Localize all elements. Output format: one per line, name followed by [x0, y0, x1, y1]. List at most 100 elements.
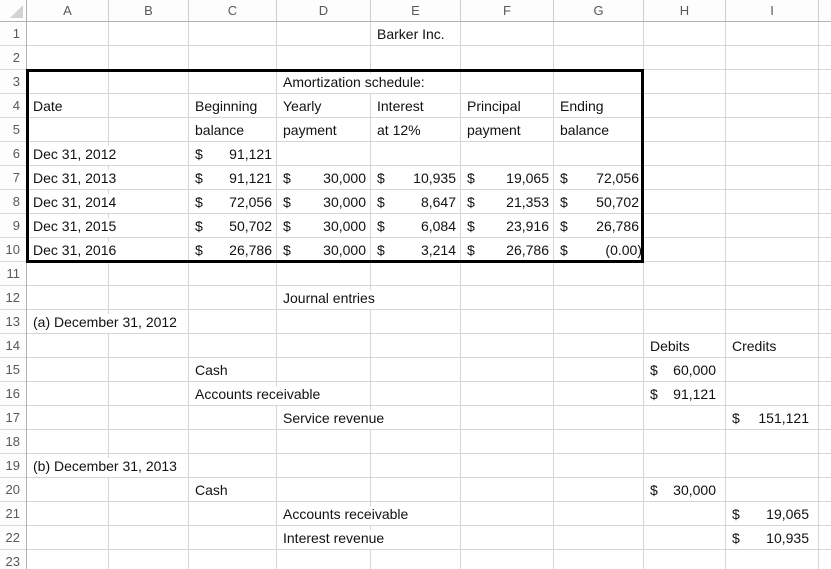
cell-overflow-4[interactable]	[819, 94, 831, 118]
cell-D13[interactable]	[277, 310, 371, 334]
cell-G13[interactable]	[554, 310, 644, 334]
cell-overflow-3[interactable]	[819, 70, 831, 94]
cell-E19[interactable]	[371, 454, 461, 478]
cell-H12[interactable]	[644, 286, 726, 310]
cell-E20[interactable]	[371, 478, 461, 502]
cell-E9[interactable]: $6,084	[371, 214, 461, 238]
cell-H22[interactable]	[644, 526, 726, 550]
cell-C14[interactable]	[189, 334, 277, 358]
cell-G4[interactable]: Ending	[554, 94, 644, 118]
row-header-11[interactable]: 11	[0, 262, 26, 286]
cell-B11[interactable]	[109, 262, 189, 286]
cell-G15[interactable]	[554, 358, 644, 382]
cell-H20[interactable]: $30,000	[644, 478, 726, 502]
cell-I16[interactable]	[726, 382, 819, 406]
cell-F23[interactable]	[461, 550, 554, 569]
cell-D12[interactable]: Journal entries	[277, 286, 371, 310]
cell-G10[interactable]: $(0.00)	[554, 238, 644, 262]
cell-G20[interactable]	[554, 478, 644, 502]
row-header-13[interactable]: 13	[0, 310, 26, 334]
cell-G18[interactable]	[554, 430, 644, 454]
cell-A1[interactable]	[27, 22, 109, 46]
cell-F17[interactable]	[461, 406, 554, 430]
cell-G6[interactable]	[554, 142, 644, 166]
cell-F6[interactable]	[461, 142, 554, 166]
cell-D2[interactable]	[277, 46, 371, 70]
cell-overflow-16[interactable]	[819, 382, 831, 406]
cell-A7[interactable]: Dec 31, 2013	[27, 166, 109, 190]
cell-E7[interactable]: $10,935	[371, 166, 461, 190]
cell-I20[interactable]	[726, 478, 819, 502]
cell-I17[interactable]: $151,121	[726, 406, 819, 430]
cell-I22[interactable]: $10,935	[726, 526, 819, 550]
cell-F5[interactable]: payment	[461, 118, 554, 142]
cell-E2[interactable]	[371, 46, 461, 70]
cell-F13[interactable]	[461, 310, 554, 334]
cell-C18[interactable]	[189, 430, 277, 454]
cell-C21[interactable]	[189, 502, 277, 526]
cell-H5[interactable]	[644, 118, 726, 142]
cell-C4[interactable]: Beginning	[189, 94, 277, 118]
cell-B6[interactable]	[109, 142, 189, 166]
cell-overflow-21[interactable]	[819, 502, 831, 526]
cell-H14[interactable]: Debits	[644, 334, 726, 358]
cell-D18[interactable]	[277, 430, 371, 454]
cell-H13[interactable]	[644, 310, 726, 334]
row-header-12[interactable]: 12	[0, 286, 26, 310]
cell-I10[interactable]	[726, 238, 819, 262]
cell-F4[interactable]: Principal	[461, 94, 554, 118]
cell-overflow-23[interactable]	[819, 550, 831, 569]
cell-H9[interactable]	[644, 214, 726, 238]
cell-overflow-10[interactable]	[819, 238, 831, 262]
cell-F16[interactable]	[461, 382, 554, 406]
column-header-B[interactable]: B	[109, 0, 189, 21]
cell-overflow-12[interactable]	[819, 286, 831, 310]
cell-I13[interactable]	[726, 310, 819, 334]
cell-H11[interactable]	[644, 262, 726, 286]
cell-overflow-2[interactable]	[819, 46, 831, 70]
cell-B14[interactable]	[109, 334, 189, 358]
cell-B17[interactable]	[109, 406, 189, 430]
cell-D7[interactable]: $30,000	[277, 166, 371, 190]
row-header-1[interactable]: 1	[0, 22, 26, 46]
cell-A21[interactable]	[27, 502, 109, 526]
cell-B18[interactable]	[109, 430, 189, 454]
cell-overflow-14[interactable]	[819, 334, 831, 358]
row-header-20[interactable]: 20	[0, 478, 26, 502]
cell-D4[interactable]: Yearly	[277, 94, 371, 118]
cell-A2[interactable]	[27, 46, 109, 70]
select-all-corner[interactable]	[0, 0, 27, 22]
cell-A3[interactable]	[27, 70, 109, 94]
cell-I7[interactable]	[726, 166, 819, 190]
cell-B23[interactable]	[109, 550, 189, 569]
cell-overflow-17[interactable]	[819, 406, 831, 430]
cell-A19[interactable]: (b) December 31, 2013	[27, 454, 109, 478]
cell-A13[interactable]: (a) December 31, 2012	[27, 310, 109, 334]
cell-I8[interactable]	[726, 190, 819, 214]
row-header-21[interactable]: 21	[0, 502, 26, 526]
cell-overflow-19[interactable]	[819, 454, 831, 478]
cell-A11[interactable]	[27, 262, 109, 286]
cell-C17[interactable]	[189, 406, 277, 430]
cell-G5[interactable]: balance	[554, 118, 644, 142]
cell-I18[interactable]	[726, 430, 819, 454]
cell-B22[interactable]	[109, 526, 189, 550]
cell-E12[interactable]	[371, 286, 461, 310]
cell-C7[interactable]: $91,121	[189, 166, 277, 190]
cell-A17[interactable]	[27, 406, 109, 430]
cell-G11[interactable]	[554, 262, 644, 286]
cell-A9[interactable]: Dec 31, 2015	[27, 214, 109, 238]
cell-F21[interactable]	[461, 502, 554, 526]
cell-C3[interactable]	[189, 70, 277, 94]
cell-B2[interactable]	[109, 46, 189, 70]
cell-F18[interactable]	[461, 430, 554, 454]
cell-B9[interactable]	[109, 214, 189, 238]
row-header-23[interactable]: 23	[0, 550, 26, 569]
cell-B1[interactable]	[109, 22, 189, 46]
cell-F12[interactable]	[461, 286, 554, 310]
cell-G7[interactable]: $72,056	[554, 166, 644, 190]
cell-D20[interactable]	[277, 478, 371, 502]
row-header-14[interactable]: 14	[0, 334, 26, 358]
cell-C12[interactable]	[189, 286, 277, 310]
cell-E13[interactable]	[371, 310, 461, 334]
